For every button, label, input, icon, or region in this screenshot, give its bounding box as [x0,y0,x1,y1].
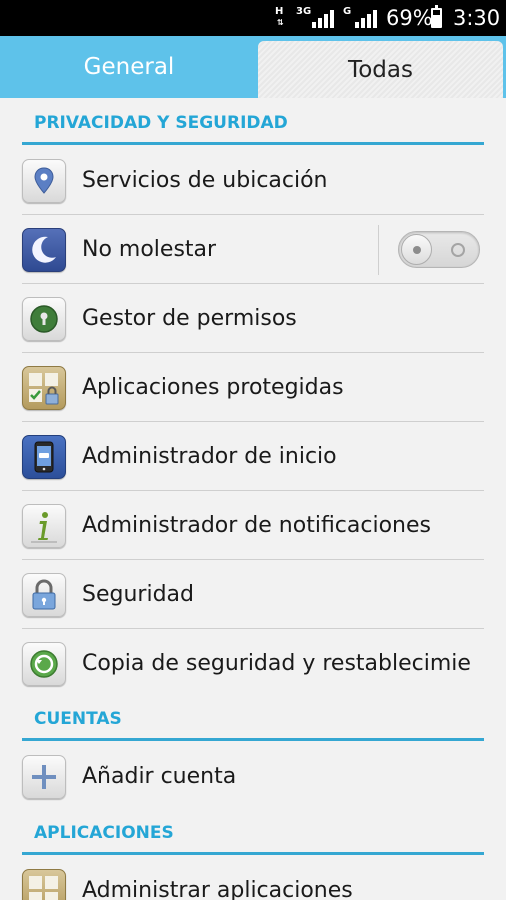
toggle-separator [378,225,379,275]
list-item-label: Servicios de ubicación [82,168,328,193]
network-type-g: G [343,6,352,17]
battery-icon [431,5,442,28]
list-item-add-account[interactable]: Añadir cuenta [22,742,484,811]
do-not-disturb-toggle[interactable] [398,231,480,268]
list-item-label: Administrador de notificaciones [82,513,431,538]
list-item-backup-restore[interactable]: Copia de seguridad y restablecimie [22,629,484,698]
keyhole-icon [22,297,66,341]
battery-percent: 69% [386,6,433,30]
list-item-label: No molestar [82,237,217,262]
section-divider [22,738,484,741]
toggle-off-indicator [451,243,465,257]
list-item-label: Administrador de inicio [82,444,337,469]
list-item-label: Gestor de permisos [82,306,297,331]
section-divider [22,852,484,855]
tab-general[interactable]: General [0,36,258,98]
list-item-permission-manager[interactable]: Gestor de permisos [22,284,484,353]
tab-bar: General Todas [0,36,506,98]
list-item-security[interactable]: Seguridad [22,560,484,629]
list-item-label: Administrar aplicaciones [82,878,353,900]
section-divider [22,142,484,145]
status-bar: H ⇅ 3G G 69% 3:30 [0,0,506,36]
section-header-privacy: PRIVACIDAD Y SEGURIDAD [34,113,288,133]
tab-todas[interactable]: Todas [258,41,503,98]
moon-icon [22,228,66,272]
startup-manager-icon [22,435,66,479]
padlock-icon [22,573,66,617]
list-item-do-not-disturb[interactable]: No molestar [22,215,484,284]
section-header-apps: APLICACIONES [34,823,174,843]
protected-apps-icon [22,366,66,410]
list-item-manage-apps[interactable]: Administrar aplicaciones [22,856,484,900]
list-item-protected-apps[interactable]: Aplicaciones protegidas [22,353,484,422]
list-item-notification-manager[interactable]: Administrador de notificaciones [22,491,484,560]
manage-apps-icon [22,869,66,900]
network-type-h: H [275,6,284,17]
network-type-3g: 3G [296,6,312,17]
signal-bars-icon [312,10,334,28]
list-item-label: Aplicaciones protegidas [82,375,344,400]
signal-bars-icon-2 [355,10,377,28]
toggle-knob [401,234,432,265]
list-item-startup-manager[interactable]: Administrador de inicio [22,422,484,491]
location-pin-icon [22,159,66,203]
list-item-location-services[interactable]: Servicios de ubicación [22,146,484,215]
backup-restore-icon [22,642,66,686]
section-header-accounts: CUENTAS [34,709,122,729]
clock: 3:30 [453,6,501,30]
list-item-label: Seguridad [82,582,194,607]
list-item-label: Añadir cuenta [82,764,237,789]
info-icon [22,504,66,548]
list-item-label: Copia de seguridad y restablecimie [82,651,471,676]
plus-icon [22,755,66,799]
